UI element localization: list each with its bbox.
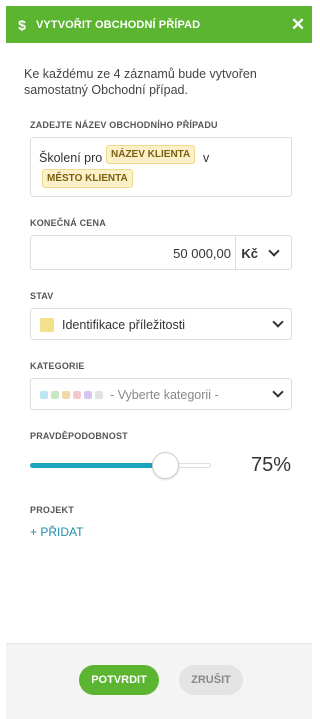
status-value: Identifikace příležitosti (62, 318, 185, 332)
intro-text: Ke každému ze 4 záznamů bude vytvořen sa… (24, 67, 257, 97)
cancel-button[interactable]: ZRUŠIT (179, 665, 243, 695)
deal-name-prefix: Školení pro (39, 151, 103, 165)
chevron-down-icon[interactable] (268, 245, 280, 257)
currency-select[interactable]: Kč (241, 246, 258, 261)
close-icon[interactable]: ✕ (284, 15, 312, 35)
dialog-body (6, 43, 312, 643)
category-dot (62, 391, 70, 399)
deal-name-field[interactable]: Školení pro NÁZEV KLIENTA v MĚSTO KLIENT… (30, 137, 292, 197)
probability-value: 75% (250, 454, 291, 476)
price-field[interactable]: 50 000,00 Kč (30, 235, 292, 270)
status-select[interactable]: Identifikace příležitosti (30, 308, 292, 340)
category-dot (73, 391, 81, 399)
price-value[interactable]: 50 000,00 (173, 246, 231, 261)
category-color-dots (40, 391, 103, 399)
probability-slider-fill (30, 463, 166, 468)
category-dot (51, 391, 59, 399)
dollar-icon: $ (18, 16, 26, 33)
price-label: KONEČNÁ CENA (30, 218, 106, 228)
dialog-title: VYTVOŘIT OBCHODNÍ PŘÍPAD (36, 18, 201, 31)
probability-label: PRAVDĚPODOBNOST (30, 431, 128, 441)
category-dot (95, 391, 103, 399)
project-label: PROJEKT (30, 505, 74, 515)
category-select[interactable]: - Vyberte kategorii - (30, 378, 292, 410)
client-city-tag[interactable]: MĚSTO KLIENTA (42, 169, 133, 188)
deal-name-middle: v (203, 151, 210, 165)
dialog-footer (6, 643, 312, 719)
category-dot (84, 391, 92, 399)
price-divider (235, 236, 236, 269)
dialog-header: $ VYTVOŘIT OBCHODNÍ PŘÍPAD ✕ (6, 6, 312, 43)
create-deal-dialog: $ VYTVOŘIT OBCHODNÍ PŘÍPAD ✕ Ke každému … (0, 0, 312, 719)
category-label: KATEGORIE (30, 361, 85, 371)
client-name-tag[interactable]: NÁZEV KLIENTA (106, 145, 196, 164)
add-project-link[interactable]: + PŘIDAT (30, 525, 83, 539)
status-label: STAV (30, 291, 54, 301)
deal-name-label: ZADEJTE NÁZEV OBCHODNÍHO PŘÍPADU (30, 120, 218, 130)
confirm-button[interactable]: POTVRDIT (79, 665, 159, 695)
chevron-down-icon[interactable] (272, 386, 284, 398)
chevron-down-icon[interactable] (272, 316, 284, 328)
status-color-swatch (40, 318, 54, 332)
category-dot (40, 391, 48, 399)
category-placeholder: - Vyberte kategorii - (110, 388, 219, 402)
